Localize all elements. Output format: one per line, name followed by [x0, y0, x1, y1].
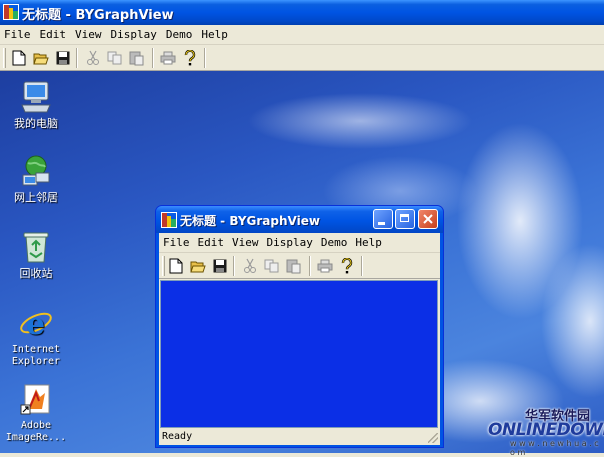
- paste-button[interactable]: [128, 49, 146, 67]
- resize-grip[interactable]: [428, 433, 438, 443]
- toolbar-separator: [309, 256, 311, 276]
- inner-title-bar[interactable]: 无标题 - BYGraphView: [156, 206, 443, 233]
- desktop-icon-label: 网上邻居: [14, 191, 58, 204]
- new-button[interactable]: [167, 257, 185, 275]
- inner-window[interactable]: 无标题 - BYGraphView File Edit View Display…: [155, 205, 444, 448]
- desktop-icon-adobe-imageready[interactable]: Adobe ImageRe...: [0, 381, 72, 444]
- paste-icon: [286, 259, 301, 274]
- close-button[interactable]: [418, 209, 438, 229]
- cut-icon: [87, 50, 99, 65]
- menu-demo[interactable]: Demo: [321, 236, 348, 249]
- internet-explorer-icon: e: [20, 307, 52, 341]
- cut-button[interactable]: [241, 257, 259, 275]
- menubar: File Edit View Display Demo Help: [0, 25, 604, 45]
- desktop-icon-label: 我的电脑: [14, 117, 58, 130]
- paste-button[interactable]: [285, 257, 303, 275]
- copy-icon: [264, 259, 279, 273]
- watermark-brand: ONLINEDOWN: [488, 420, 604, 440]
- open-icon: [190, 261, 206, 273]
- paste-icon: [129, 51, 144, 66]
- open-icon: [33, 53, 49, 65]
- print-icon: [317, 259, 333, 273]
- window-title: 无标题 - BYGraphView: [22, 8, 174, 23]
- new-icon: [169, 258, 183, 274]
- toolbar-grip[interactable]: [3, 48, 6, 68]
- toolbar: [0, 45, 604, 71]
- print-icon: [160, 51, 176, 65]
- help-icon: [184, 50, 196, 66]
- menu-edit[interactable]: Edit: [40, 28, 67, 41]
- desktop-icon-network-places[interactable]: 网上邻居: [0, 153, 72, 204]
- desktop-icon-label: 回收站: [19, 267, 53, 280]
- inner-window-title: 无标题 - BYGraphView: [180, 214, 320, 228]
- toolbar-separator: [233, 256, 235, 276]
- client-area[interactable]: [160, 280, 438, 428]
- maximize-button[interactable]: [395, 209, 415, 229]
- help-button[interactable]: [338, 257, 356, 275]
- desktop-icon-label: Adobe ImageRe...: [5, 420, 67, 443]
- save-icon: [56, 51, 70, 65]
- app-icon[interactable]: [3, 4, 19, 20]
- inner-toolbar: [159, 253, 440, 279]
- my-computer-icon: [21, 81, 51, 113]
- copy-button[interactable]: [263, 257, 281, 275]
- save-button[interactable]: [54, 49, 72, 67]
- watermark: 华军软件园 ONLINEDOWN w w w . n e w h u a . c…: [488, 405, 604, 457]
- toolbar-separator: [76, 48, 78, 68]
- help-button[interactable]: [181, 49, 199, 67]
- copy-button[interactable]: [106, 49, 124, 67]
- inner-window-body: File Edit View Display Demo Help Ready: [159, 233, 440, 445]
- menu-display[interactable]: Display: [111, 28, 157, 41]
- menu-view[interactable]: View: [232, 236, 259, 249]
- status-bar: Ready: [159, 429, 440, 445]
- menu-file[interactable]: File: [163, 236, 190, 249]
- toolbar-separator: [204, 48, 206, 68]
- desktop-icon-internet-explorer[interactable]: e Internet Explorer: [0, 305, 72, 368]
- inner-menubar: File Edit View Display Demo Help: [159, 233, 440, 253]
- desktop-icon-recycle-bin[interactable]: 回收站: [0, 229, 72, 280]
- save-button[interactable]: [211, 257, 229, 275]
- close-icon: [423, 214, 433, 224]
- toolbar-grip[interactable]: [162, 256, 165, 276]
- toolbar-separator: [152, 48, 154, 68]
- cut-icon: [244, 258, 256, 273]
- app-icon[interactable]: [161, 212, 177, 228]
- watermark-url: w w w . n e w h u a . c o m: [510, 439, 599, 457]
- save-icon: [213, 259, 227, 273]
- open-button[interactable]: [189, 257, 207, 275]
- copy-icon: [107, 51, 122, 65]
- recycle-bin-icon: [23, 232, 49, 263]
- outer-title-bar[interactable]: 无标题 - BYGraphView: [0, 0, 604, 25]
- status-text: Ready: [162, 431, 193, 442]
- toolbar-separator: [361, 256, 363, 276]
- menu-view[interactable]: View: [75, 28, 102, 41]
- menu-display[interactable]: Display: [267, 236, 313, 249]
- menu-demo[interactable]: Demo: [166, 28, 193, 41]
- menu-edit[interactable]: Edit: [198, 236, 225, 249]
- cut-button[interactable]: [84, 49, 102, 67]
- help-icon: [341, 258, 353, 274]
- new-icon: [12, 50, 26, 66]
- menu-file[interactable]: File: [4, 28, 31, 41]
- menu-help[interactable]: Help: [355, 236, 382, 249]
- open-button[interactable]: [32, 49, 50, 67]
- svg-text:e: e: [26, 307, 45, 341]
- network-places-icon: [22, 155, 50, 186]
- desktop-icon-label: Internet Explorer: [11, 344, 61, 367]
- minimize-button[interactable]: [373, 209, 393, 229]
- print-button[interactable]: [159, 49, 177, 67]
- print-button[interactable]: [316, 257, 334, 275]
- desktop-icon-my-computer[interactable]: 我的电脑: [0, 79, 72, 130]
- menu-help[interactable]: Help: [201, 28, 228, 41]
- adobe-imageready-icon: [20, 384, 50, 415]
- new-button[interactable]: [10, 49, 28, 67]
